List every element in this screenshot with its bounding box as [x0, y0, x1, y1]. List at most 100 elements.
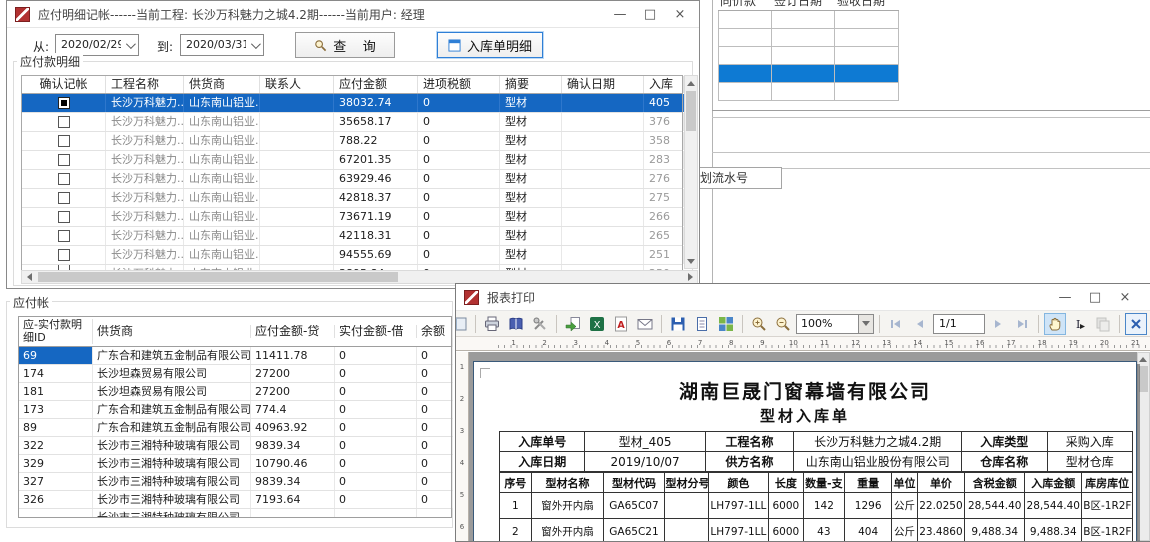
inbound-no-cell[interactable]: 405 [644, 94, 684, 112]
column-header[interactable]: 应-实付款明细ID [19, 319, 93, 344]
table-row[interactable] [718, 47, 899, 65]
maximize-button[interactable]: □ [635, 1, 665, 28]
credit-cell[interactable]: 0 [335, 419, 417, 436]
contact-cell[interactable] [260, 208, 334, 226]
package-icon[interactable] [715, 313, 737, 335]
table-row[interactable]: 173 广东合和建筑五金制品有限公司 774.4 0 0 [19, 401, 451, 419]
debit-cell[interactable] [251, 509, 335, 517]
copy-icon[interactable] [1092, 313, 1114, 335]
column-header[interactable]: 入库 [644, 76, 684, 93]
plan-serial-field[interactable]: 计划流水号 [694, 167, 782, 189]
tools-icon[interactable] [529, 313, 551, 335]
table-row[interactable]: 69 广东合和建筑五金制品有限公司 11411.78 0 0 [19, 347, 451, 365]
zoom-out-icon[interactable] [772, 313, 794, 335]
inbound-no-cell[interactable]: 283 [644, 151, 684, 169]
supplier-cell[interactable]: 长沙坦森贸易有限公司 [93, 365, 251, 382]
scrollbar-thumb[interactable] [38, 272, 398, 282]
confirm-checkbox-cell[interactable] [22, 132, 106, 150]
project-cell[interactable]: 长沙万科魅力... [106, 246, 184, 264]
amount-cell[interactable]: 42118.31 [334, 227, 418, 245]
scrollbar-thumb[interactable] [686, 91, 696, 131]
amount-cell[interactable]: 42818.37 [334, 189, 418, 207]
export-icon[interactable] [562, 313, 584, 335]
debit-cell[interactable]: 9839.34 [251, 437, 335, 454]
horizontal-scrollbar[interactable] [21, 270, 698, 284]
payable-id-cell[interactable]: 173 [19, 401, 93, 418]
amount-cell[interactable]: 63929.46 [334, 170, 418, 188]
last-page-icon[interactable] [1011, 313, 1033, 335]
column-header[interactable]: 供货商 [184, 76, 260, 93]
supplier-cell[interactable]: 长沙市三湘特种玻璃有限公司 [93, 455, 251, 472]
preview-scrollbar[interactable] [1137, 352, 1150, 541]
balance-cell[interactable]: 0 [417, 419, 453, 436]
project-cell[interactable]: 长沙万科魅力... [106, 113, 184, 131]
first-page-icon[interactable] [885, 313, 907, 335]
minimize-button[interactable]: — [1050, 284, 1080, 311]
book-icon[interactable] [505, 313, 527, 335]
scroll-down-icon[interactable] [685, 255, 697, 267]
table-row[interactable]: 89 广东合和建筑五金制品有限公司 40963.92 0 0 [19, 419, 451, 437]
confirm-checkbox-cell[interactable] [22, 113, 106, 131]
supplier-cell[interactable]: 长沙市三湘特种玻璃有限公司 [93, 491, 251, 508]
credit-cell[interactable]: 0 [335, 473, 417, 490]
column-header[interactable]: 应付金额-贷 [251, 325, 335, 339]
column-header[interactable]: 余额 [417, 325, 453, 339]
confirm-date-cell[interactable] [562, 189, 644, 207]
amount-cell[interactable]: 35658.17 [334, 113, 418, 131]
confirm-date-cell[interactable] [562, 132, 644, 150]
contact-cell[interactable] [260, 151, 334, 169]
table-row[interactable]: 174 长沙坦森贸易有限公司 27200 0 0 [19, 365, 451, 383]
balance-cell[interactable] [417, 509, 451, 517]
amount-cell[interactable]: 788.22 [334, 132, 418, 150]
confirm-date-cell[interactable] [562, 151, 644, 169]
payable-id-cell[interactable]: 174 [19, 365, 93, 382]
table-row[interactable]: 长沙万科魅力... 山东南山铝业... 94555.69 0 型材 251 [22, 246, 682, 265]
summary-cell[interactable]: 型材 [500, 94, 562, 112]
supplier-cell[interactable]: 山东南山铝业... [184, 170, 260, 188]
contact-cell[interactable] [260, 246, 334, 264]
balance-cell[interactable]: 0 [417, 491, 453, 508]
inbound-no-cell[interactable]: 266 [644, 208, 684, 226]
column-header[interactable]: 确认日期 [562, 76, 644, 93]
column-header[interactable]: 供货商 [93, 325, 251, 339]
inbound-no-cell[interactable]: 275 [644, 189, 684, 207]
zoom-in-icon[interactable] [748, 313, 770, 335]
inbound-no-cell[interactable]: 376 [644, 113, 684, 131]
print-preview-area[interactable]: 123456 湖南巨晟门窗幕墙有限公司 型材入库单 入库单号 [456, 352, 1150, 541]
supplier-cell[interactable]: 山东南山铝业... [184, 132, 260, 150]
checkbox-icon[interactable] [58, 173, 70, 185]
table-row[interactable]: 长沙市三湘特种玻璃有限公司 [19, 509, 451, 517]
debit-cell[interactable]: 27200 [251, 365, 335, 382]
summary-cell[interactable]: 型材 [500, 170, 562, 188]
amount-cell[interactable]: 38032.74 [334, 94, 418, 112]
checkbox-icon[interactable] [58, 97, 70, 109]
credit-cell[interactable]: 0 [335, 401, 417, 418]
balance-cell[interactable]: 0 [417, 473, 453, 490]
tax-cell[interactable]: 0 [418, 151, 500, 169]
scroll-right-icon[interactable] [684, 271, 696, 283]
supplier-cell[interactable]: 山东南山铝业... [184, 246, 260, 264]
project-cell[interactable]: 长沙万科魅力... [106, 170, 184, 188]
payable-id-cell[interactable]: 69 [19, 347, 93, 364]
table-row[interactable]: 322 长沙市三湘特种玻璃有限公司 9839.34 0 0 [19, 437, 451, 455]
query-button[interactable]: 查 询 [295, 32, 395, 58]
close-button[interactable]: × [665, 1, 695, 28]
mail-icon[interactable] [634, 313, 656, 335]
supplier-cell[interactable]: 长沙坦森贸易有限公司 [93, 383, 251, 400]
close-button[interactable]: × [1110, 284, 1140, 311]
project-cell[interactable]: 长沙万科魅力... [106, 94, 184, 112]
amount-cell[interactable]: 73671.19 [334, 208, 418, 226]
payable-id-cell[interactable]: 322 [19, 437, 93, 454]
tax-cell[interactable]: 0 [418, 94, 500, 112]
pdf-icon[interactable]: A [610, 313, 632, 335]
checkbox-icon[interactable] [58, 211, 70, 223]
credit-cell[interactable]: 0 [335, 347, 417, 364]
project-cell[interactable]: 长沙万科魅力... [106, 132, 184, 150]
tax-cell[interactable]: 0 [418, 189, 500, 207]
table-row[interactable] [718, 83, 899, 101]
contact-cell[interactable] [260, 227, 334, 245]
supplier-cell[interactable]: 山东南山铝业... [184, 227, 260, 245]
credit-cell[interactable]: 0 [335, 455, 417, 472]
scrollbar-thumb[interactable] [1139, 366, 1148, 392]
payable-id-cell[interactable]: 89 [19, 419, 93, 436]
